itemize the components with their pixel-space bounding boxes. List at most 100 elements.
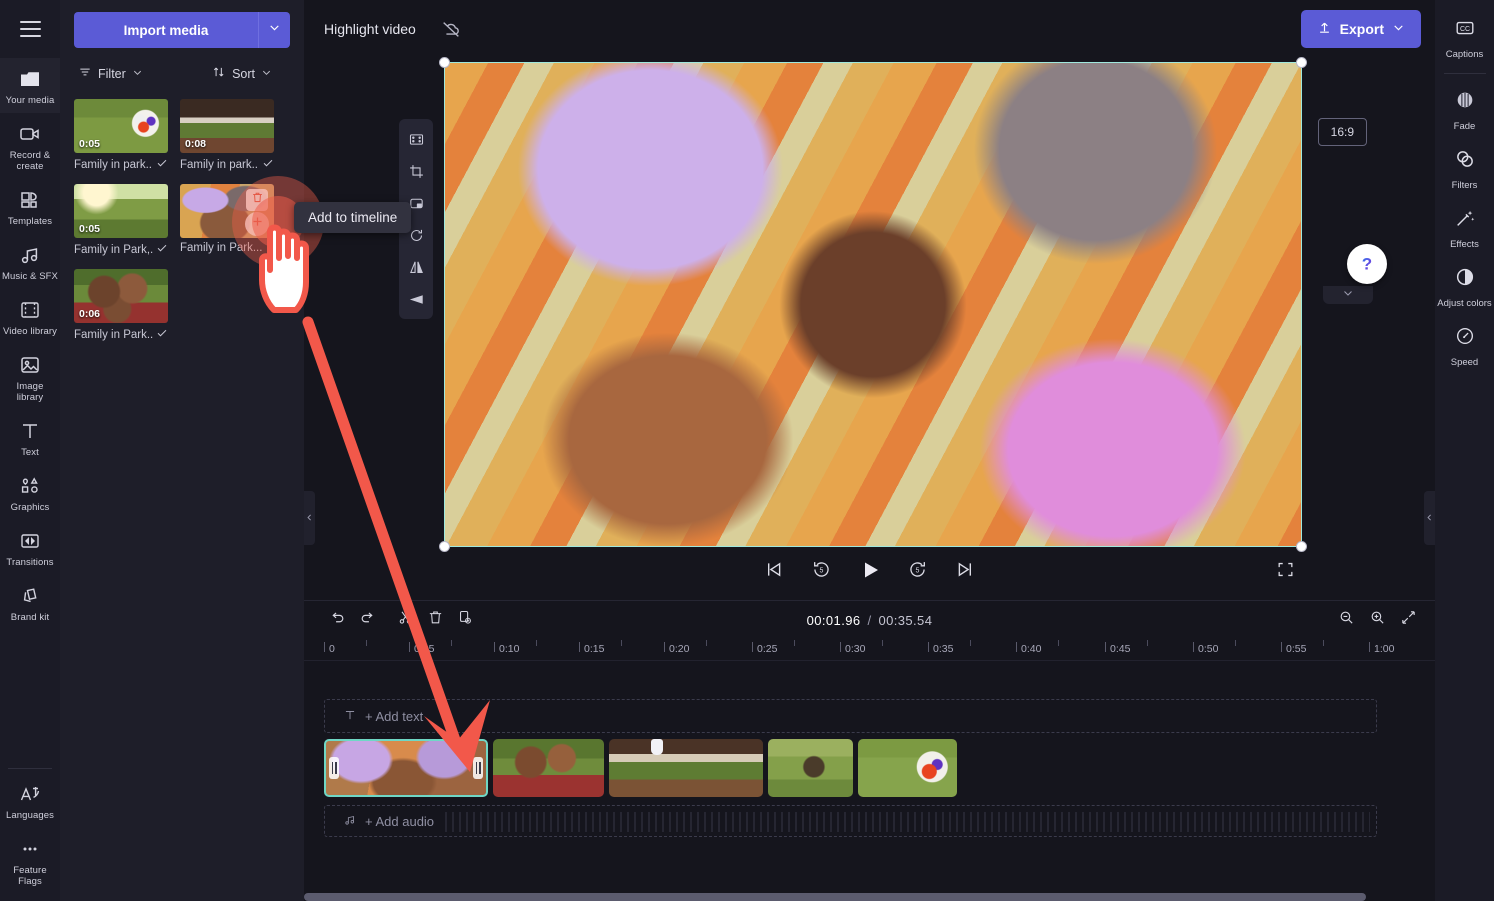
resize-handle-top-left[interactable]: [439, 57, 450, 68]
export-button[interactable]: Export: [1301, 10, 1421, 48]
menu-button[interactable]: [0, 0, 60, 58]
redo-button[interactable]: [352, 605, 382, 635]
add-to-timeline-button[interactable]: [245, 212, 269, 236]
play-button[interactable]: [856, 558, 884, 586]
split-button[interactable]: [390, 605, 420, 635]
media-item-hovered[interactable]: Family in Park...: [180, 184, 274, 257]
rewind-5-icon: 5: [811, 559, 832, 585]
duplicate-icon: [457, 609, 474, 631]
media-panel: Import media Filter So: [60, 0, 304, 901]
right-item-effects[interactable]: Effects: [1435, 198, 1494, 257]
timeline-ruler[interactable]: 0 0:05 0:10 0:15 0:20 0:25 0:30 0:35 0:4…: [304, 639, 1435, 661]
scrollbar-thumb[interactable]: [304, 893, 1366, 901]
crop-icon[interactable]: [401, 156, 431, 186]
skip-to-end-button[interactable]: [952, 558, 980, 586]
sidebar-item-languages[interactable]: Languages: [0, 773, 60, 828]
fade-icon: [1454, 89, 1476, 116]
ruler-label: 1:00: [1374, 643, 1394, 655]
timeline-clip[interactable]: [493, 739, 604, 797]
flip-vertical-icon[interactable]: [401, 252, 431, 282]
add-audio-label: + Add audio: [365, 814, 434, 829]
right-item-filters[interactable]: Filters: [1435, 139, 1494, 198]
timeline-clip[interactable]: [858, 739, 957, 797]
sidebar-item-record-create[interactable]: Record & create: [0, 113, 60, 179]
forward-5-button[interactable]: 5: [904, 558, 932, 586]
import-media-dropdown-button[interactable]: [258, 12, 290, 48]
trim-handle-left[interactable]: [329, 757, 339, 779]
text-t-icon: [18, 419, 42, 443]
media-thumbnail: 0:05: [74, 99, 168, 153]
timeline: 00:01.96 / 00:35.54 0: [304, 600, 1435, 901]
right-item-speed[interactable]: Speed: [1435, 316, 1494, 375]
video-preview[interactable]: [444, 62, 1302, 547]
sidebar-label: Video library: [3, 326, 57, 337]
sidebar-label: Text: [21, 447, 39, 458]
sidebar-item-feature-flags[interactable]: Feature Flags: [0, 828, 60, 901]
sidebar-label: Transitions: [6, 557, 53, 568]
resize-handle-bottom-right[interactable]: [1296, 541, 1307, 552]
sort-button[interactable]: Sort: [208, 62, 276, 85]
text-t-icon: [343, 708, 357, 725]
media-item[interactable]: 0:08 Family in park...: [180, 99, 274, 172]
cloud-offline-icon[interactable]: [440, 18, 462, 40]
ruler-label: 0:05: [414, 643, 434, 655]
sidebar-item-templates[interactable]: Templates: [0, 179, 60, 234]
check-icon: [156, 157, 168, 172]
help-button[interactable]: ?: [1347, 244, 1387, 284]
delete-media-button[interactable]: [246, 189, 268, 211]
sidebar-item-music-sfx[interactable]: Music & SFX: [0, 234, 60, 289]
fullscreen-button[interactable]: [1276, 560, 1295, 584]
sidebar-item-transitions[interactable]: Transitions: [0, 520, 60, 575]
preview-area: 16:9: [304, 58, 1435, 600]
filter-button[interactable]: Filter: [74, 62, 147, 85]
right-item-adjust-colors[interactable]: Adjust colors: [1435, 257, 1494, 316]
svg-text:5: 5: [820, 567, 824, 574]
resize-handle-bottom-left[interactable]: [439, 541, 450, 552]
add-text-track[interactable]: + Add text: [324, 699, 1377, 733]
aspect-ratio-badge[interactable]: 16:9: [1318, 118, 1367, 146]
fit-timeline-button[interactable]: [1400, 609, 1417, 631]
right-item-fade[interactable]: Fade: [1435, 80, 1494, 139]
timeline-clip[interactable]: [768, 739, 853, 797]
media-meta: Family in park...: [74, 157, 168, 172]
media-item[interactable]: 0:05 Family in park...: [74, 99, 168, 172]
collapse-left-panel-button[interactable]: [304, 491, 315, 545]
media-duration: 0:08: [185, 138, 206, 150]
redo-icon: [359, 609, 376, 631]
sidebar-item-text[interactable]: Text: [0, 410, 60, 465]
add-audio-track[interactable]: + Add audio: [324, 805, 1377, 837]
zoom-in-button[interactable]: [1369, 609, 1386, 631]
import-media-button[interactable]: Import media: [74, 12, 258, 48]
collapse-bottom-panel-button[interactable]: [1323, 286, 1373, 304]
media-item[interactable]: 0:06 Family in Park...: [74, 269, 168, 342]
ruler-label: 0:20: [669, 643, 689, 655]
skip-to-start-button[interactable]: [760, 558, 788, 586]
sidebar-item-graphics[interactable]: Graphics: [0, 465, 60, 520]
delete-button[interactable]: [420, 605, 450, 635]
image-icon: [18, 353, 42, 377]
undo-button[interactable]: [322, 605, 352, 635]
sidebar-label: Brand kit: [11, 612, 49, 623]
timeline-scrollbar[interactable]: [304, 893, 1494, 901]
trim-handle-right[interactable]: [473, 757, 483, 779]
chevron-left-icon: [305, 509, 314, 527]
ruler-label: 0:50: [1198, 643, 1218, 655]
right-item-captions[interactable]: CC Captions: [1435, 8, 1494, 67]
collapse-right-panel-button[interactable]: [1424, 491, 1435, 545]
sidebar-item-image-library[interactable]: Image library: [0, 344, 60, 410]
zoom-out-button[interactable]: [1338, 609, 1355, 631]
sidebar-item-brand-kit[interactable]: Brand kit: [0, 575, 60, 630]
rewind-5-button[interactable]: 5: [808, 558, 836, 586]
sidebar-item-your-media[interactable]: Your media: [0, 58, 60, 113]
resize-handle-top-right[interactable]: [1296, 57, 1307, 68]
timeline-clip[interactable]: [609, 739, 763, 797]
media-item[interactable]: 0:05 Family in Park,...: [74, 184, 168, 257]
flip-horizontal-icon[interactable]: [401, 284, 431, 314]
right-item-label: Fade: [1454, 121, 1476, 132]
duplicate-button[interactable]: [450, 605, 480, 635]
media-meta: Family in Park...: [74, 327, 168, 342]
timeline-clip-selected[interactable]: [324, 739, 488, 797]
sidebar-item-video-library[interactable]: Video library: [0, 289, 60, 344]
fit-to-frame-icon[interactable]: [401, 124, 431, 154]
right-item-label: Adjust colors: [1437, 298, 1491, 309]
